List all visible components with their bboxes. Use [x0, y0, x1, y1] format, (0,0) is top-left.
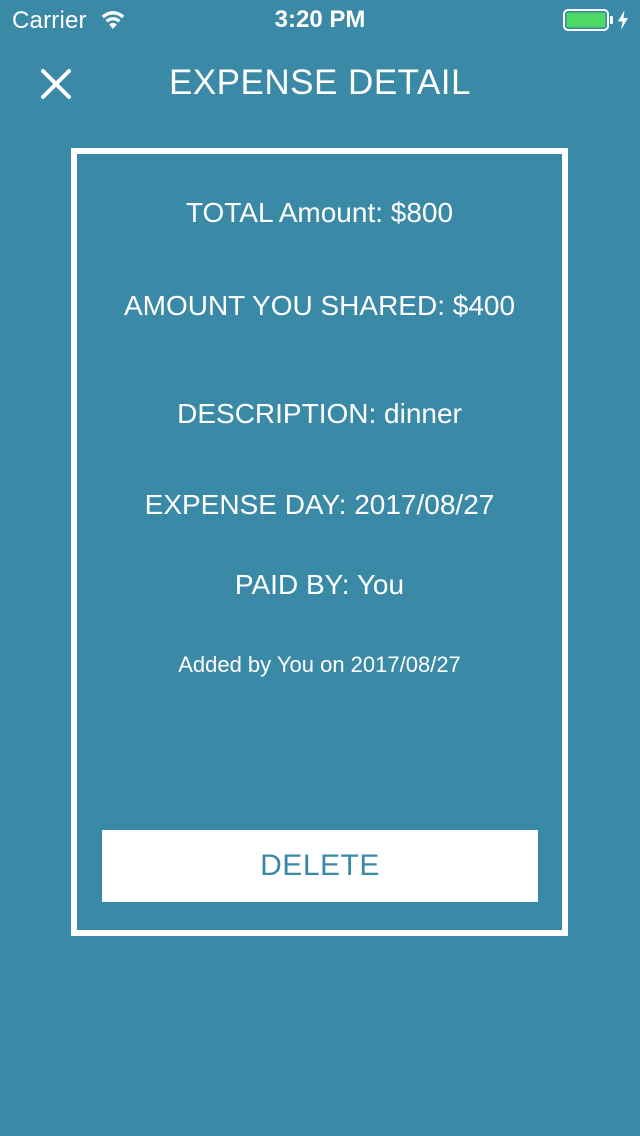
description-text: DESCRIPTION: dinner: [177, 398, 462, 429]
expense-detail-card: TOTAL Amount: $800 AMOUNT YOU SHARED: $4…: [71, 148, 568, 936]
total-amount-text: TOTAL Amount: $800: [185, 197, 454, 228]
battery-icon: [563, 9, 613, 31]
page-title: EXPENSE DETAIL: [168, 63, 471, 102]
added-by-text: Added by You on 2017/08/27: [178, 652, 461, 677]
charging-bolt-icon: [618, 10, 628, 30]
shared-amount-text: AMOUNT YOU SHARED: $400: [123, 290, 516, 321]
paid-by-text: PAID BY: You: [234, 569, 405, 600]
status-time: 3:20 PM: [274, 6, 366, 33]
status-bar: Carrier 3:20 PM: [0, 0, 640, 40]
expense-day-text: EXPENSE DAY: 2017/08/27: [144, 489, 495, 520]
delete-button[interactable]: DELETE: [102, 830, 538, 902]
